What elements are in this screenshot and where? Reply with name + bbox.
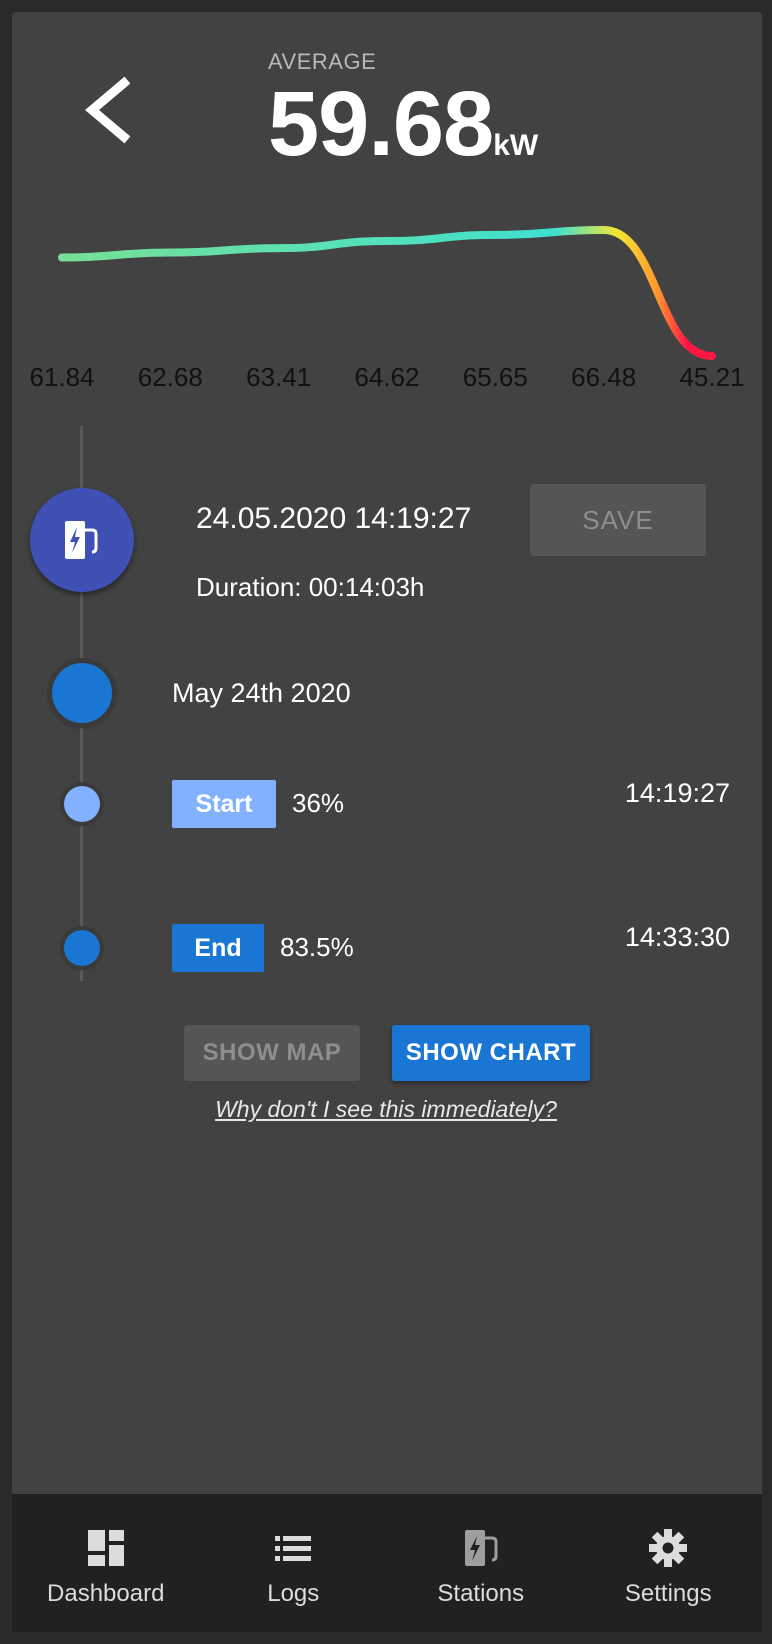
show-chart-button[interactable]: SHOW CHART [392,1025,590,1081]
start-marker [64,786,100,822]
start-chip: Start [172,780,276,828]
average-value: 59.68kW [268,78,538,170]
power-chart: 61.84 62.68 63.41 64.62 65.65 66.48 45.21 [29,226,745,392]
x-tick-label: 61.84 [29,362,94,392]
end-percent: 83.5% [280,932,354,962]
x-tick-label: 65.65 [463,362,528,392]
average-label: AVERAGE [268,49,377,74]
why-link[interactable]: Why don't I see this immediately? [0,1096,772,1123]
nav-label-stations: Stations [437,1580,525,1607]
dashboard-icon [87,1530,124,1566]
gear-icon [649,1529,688,1567]
end-time: 14:33:30 [624,922,730,952]
average-unit: kW [493,129,539,162]
x-tick-label: 62.68 [138,362,203,392]
x-tick-label: 64.62 [354,362,419,392]
back-button[interactable] [78,75,138,145]
nav-item-stations[interactable]: Stations [387,1494,575,1632]
nav-item-dashboard[interactable]: Dashboard [12,1494,200,1632]
session-datetime: 24.05.2020 14:19:27 [196,502,472,535]
nav-label-logs: Logs [267,1580,320,1607]
charging-station-badge [30,488,134,592]
ev-station-icon [65,521,98,559]
nav-label-settings: Settings [624,1580,712,1607]
start-percent: 36% [292,788,345,818]
chevron-left-icon [85,76,131,144]
nav-item-logs[interactable]: Logs [200,1494,388,1632]
end-chip: End [172,924,264,972]
bottom-navigation: Dashboard Logs Stations Settings [12,1494,762,1632]
ev-station-icon [464,1530,498,1566]
day-label: May 24th 2020 [172,678,351,708]
session-duration: Duration: 00:14:03h [196,572,425,602]
nav-label-dashboard: Dashboard [47,1580,165,1607]
list-icon [275,1536,312,1561]
nav-item-settings[interactable]: Settings [575,1494,763,1632]
start-time: 14:19:27 [624,778,730,808]
x-tick-label: 63.41 [246,362,311,392]
x-tick-label: 45.21 [679,362,744,392]
save-button[interactable]: SAVE [530,484,706,556]
average-number: 59.68 [268,73,494,175]
x-tick-label: 66.48 [571,362,636,392]
day-marker [52,663,112,723]
end-marker [64,930,100,966]
power-series-line [58,226,716,360]
show-map-button[interactable]: SHOW MAP [184,1025,360,1081]
